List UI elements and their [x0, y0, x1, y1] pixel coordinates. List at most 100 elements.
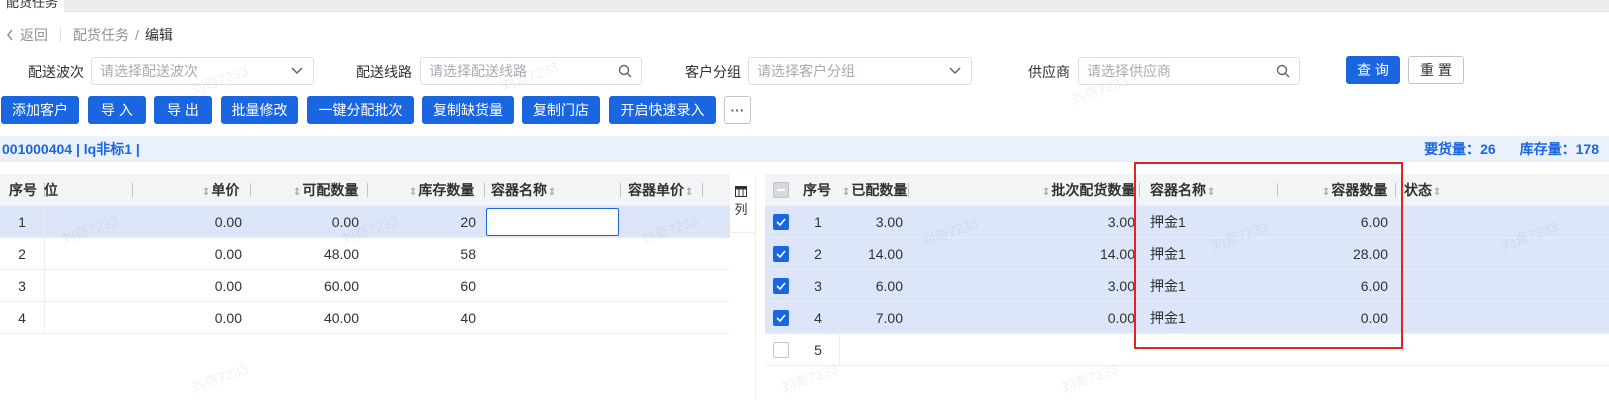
table-row[interactable]: 2 14.00 14.00 押金1 28.00: [765, 238, 1609, 270]
route-input[interactable]: 请选择配送线路: [420, 57, 642, 85]
col-container-qty[interactable]: ⇕容器数量: [1321, 174, 1387, 206]
table-row[interactable]: 1 0.00 0.00 20: [0, 206, 730, 238]
cell-seq: 2: [814, 246, 822, 262]
sort-icon[interactable]: ⇕: [548, 187, 556, 198]
copy-shortage-button[interactable]: 复制缺货量: [422, 96, 514, 124]
col-container-name[interactable]: 容器名称⇕: [491, 174, 557, 206]
col-divider[interactable]: [1139, 183, 1140, 197]
col-stock-label: 库存数量: [418, 182, 475, 198]
cell-stock: 60: [460, 278, 476, 294]
row-checkbox[interactable]: [773, 342, 789, 358]
search-icon[interactable]: [617, 63, 633, 79]
left-table: 序号 位 ⇕单价 ⇕可配数量 ⇕库存数量 容器名称⇕ 容器单价⇕ 1 0.00 …: [0, 174, 730, 394]
tab-bar: 配货任务: [0, 0, 1609, 12]
route-label: 配送线路: [356, 64, 412, 80]
table-row[interactable]: 1 3.00 3.00 押金1 6.00: [765, 206, 1609, 238]
row-checkbox[interactable]: [773, 246, 789, 262]
col-available-label: 可配数量: [302, 182, 359, 198]
tab-distribution-task[interactable]: 配货任务: [0, 0, 65, 12]
breadcrumb-parent[interactable]: 配货任务: [73, 25, 129, 45]
col-container-name-label: 容器名称: [1150, 182, 1206, 198]
table-row[interactable]: 5: [765, 334, 1609, 366]
table-row[interactable]: 3 6.00 3.00 押金1 6.00: [765, 270, 1609, 302]
row-checkbox[interactable]: [773, 310, 789, 326]
col-divider[interactable]: [484, 183, 485, 197]
col-unit[interactable]: 位: [44, 174, 58, 206]
col-batch-qty[interactable]: ⇕批次配货数量: [1041, 174, 1135, 206]
breadcrumb-divider: [60, 28, 61, 42]
col-price[interactable]: ⇕单价: [201, 174, 239, 206]
wave-select[interactable]: 请选择配送波次: [91, 57, 314, 85]
sort-icon[interactable]: ⇕: [1322, 187, 1330, 198]
col-divider[interactable]: [620, 183, 621, 197]
cell-price: 0.00: [214, 214, 242, 230]
sort-icon[interactable]: ⇕: [842, 187, 850, 198]
row-checkbox[interactable]: [773, 278, 789, 294]
export-button[interactable]: 导 出: [154, 96, 212, 124]
divider: [731, 232, 755, 233]
col-divider[interactable]: [702, 183, 703, 197]
col-status-label: 状态: [1404, 182, 1432, 198]
back-button[interactable]: 返回: [6, 25, 48, 45]
import-button[interactable]: 导 入: [88, 96, 146, 124]
sort-icon[interactable]: ⇕: [293, 187, 301, 198]
col-batch-qty-label: 批次配货数量: [1051, 182, 1136, 198]
breadcrumb-current: 编辑: [144, 27, 173, 43]
sort-icon[interactable]: ⇕: [1433, 187, 1441, 198]
search-icon[interactable]: [1275, 63, 1291, 79]
stock-quantity: 库存量：178: [1520, 139, 1599, 159]
col-divider[interactable]: [250, 183, 251, 197]
cell-container-qty: 6.00: [1360, 278, 1388, 294]
reset-button[interactable]: 重 置: [1408, 56, 1464, 84]
table-columns-icon: [735, 186, 747, 197]
table-row[interactable]: 4 7.00 0.00 押金1 0.00: [765, 302, 1609, 334]
cell-stock: 20: [460, 214, 476, 230]
col-container-price[interactable]: 容器单价⇕: [628, 174, 694, 206]
batch-edit-button[interactable]: 批量修改: [221, 96, 298, 124]
table-row[interactable]: 3 0.00 60.00 60: [0, 270, 730, 302]
column-settings-label: 列: [734, 202, 748, 217]
cell-container-qty: 0.00: [1360, 310, 1388, 326]
cell-seq: 5: [814, 342, 822, 358]
container-name-input[interactable]: [486, 208, 619, 236]
breadcrumb: 返回 配货任务 / 编辑: [6, 25, 173, 45]
col-available[interactable]: ⇕可配数量: [292, 174, 358, 206]
one-click-assign-button[interactable]: 一键分配批次: [307, 96, 414, 124]
item-info-text: 001000404 | lq非标1 |: [2, 141, 140, 157]
select-all-checkbox[interactable]: [773, 182, 789, 198]
col-divider[interactable]: [908, 183, 909, 197]
col-assigned[interactable]: ⇕已配数量: [841, 174, 907, 206]
sort-icon[interactable]: ⇕: [1207, 187, 1215, 198]
more-button[interactable]: ···: [724, 96, 751, 124]
query-button[interactable]: 查 询: [1346, 56, 1400, 84]
cell-batch-qty: 3.00: [1107, 214, 1135, 230]
col-divider[interactable]: [367, 183, 368, 197]
sort-icon[interactable]: ⇕: [685, 187, 693, 198]
add-customer-button[interactable]: 添加客户: [1, 96, 79, 124]
right-table-header: 序号 ⇕已配数量 ⇕批次配货数量 容器名称⇕ ⇕容器数量 状态⇕: [765, 174, 1609, 206]
back-label: 返回: [20, 27, 48, 43]
col-divider[interactable]: [1277, 183, 1278, 197]
supplier-input[interactable]: 请选择供应商: [1078, 57, 1300, 85]
col-status[interactable]: 状态⇕: [1404, 174, 1442, 206]
cell-container-qty: 28.00: [1352, 246, 1388, 262]
col-stock[interactable]: ⇕库存数量: [408, 174, 474, 206]
table-row[interactable]: 4 0.00 40.00 40: [0, 302, 730, 334]
cell-container-qty: 6.00: [1360, 214, 1388, 230]
sort-icon[interactable]: ⇕: [202, 187, 210, 198]
right-table: 序号 ⇕已配数量 ⇕批次配货数量 容器名称⇕ ⇕容器数量 状态⇕ 1 3.00 …: [765, 174, 1609, 394]
table-row[interactable]: 2 0.00 48.00 58: [0, 238, 730, 270]
quick-entry-button[interactable]: 开启快速录入: [609, 96, 716, 124]
customer-group-label: 客户分组: [685, 64, 741, 80]
col-divider[interactable]: [1395, 183, 1396, 197]
row-checkbox[interactable]: [773, 214, 789, 230]
copy-store-button[interactable]: 复制门店: [522, 96, 600, 124]
sort-icon[interactable]: ⇕: [1042, 187, 1050, 198]
required-value: 26: [1480, 141, 1496, 157]
col-container-name[interactable]: 容器名称⇕: [1150, 174, 1216, 206]
customer-group-select[interactable]: 请选择客户分组: [748, 57, 972, 85]
col-divider[interactable]: [132, 183, 133, 197]
column-settings-button[interactable]: 列: [731, 186, 751, 232]
required-label: 要货量：: [1424, 141, 1481, 157]
sort-icon[interactable]: ⇕: [409, 187, 417, 198]
